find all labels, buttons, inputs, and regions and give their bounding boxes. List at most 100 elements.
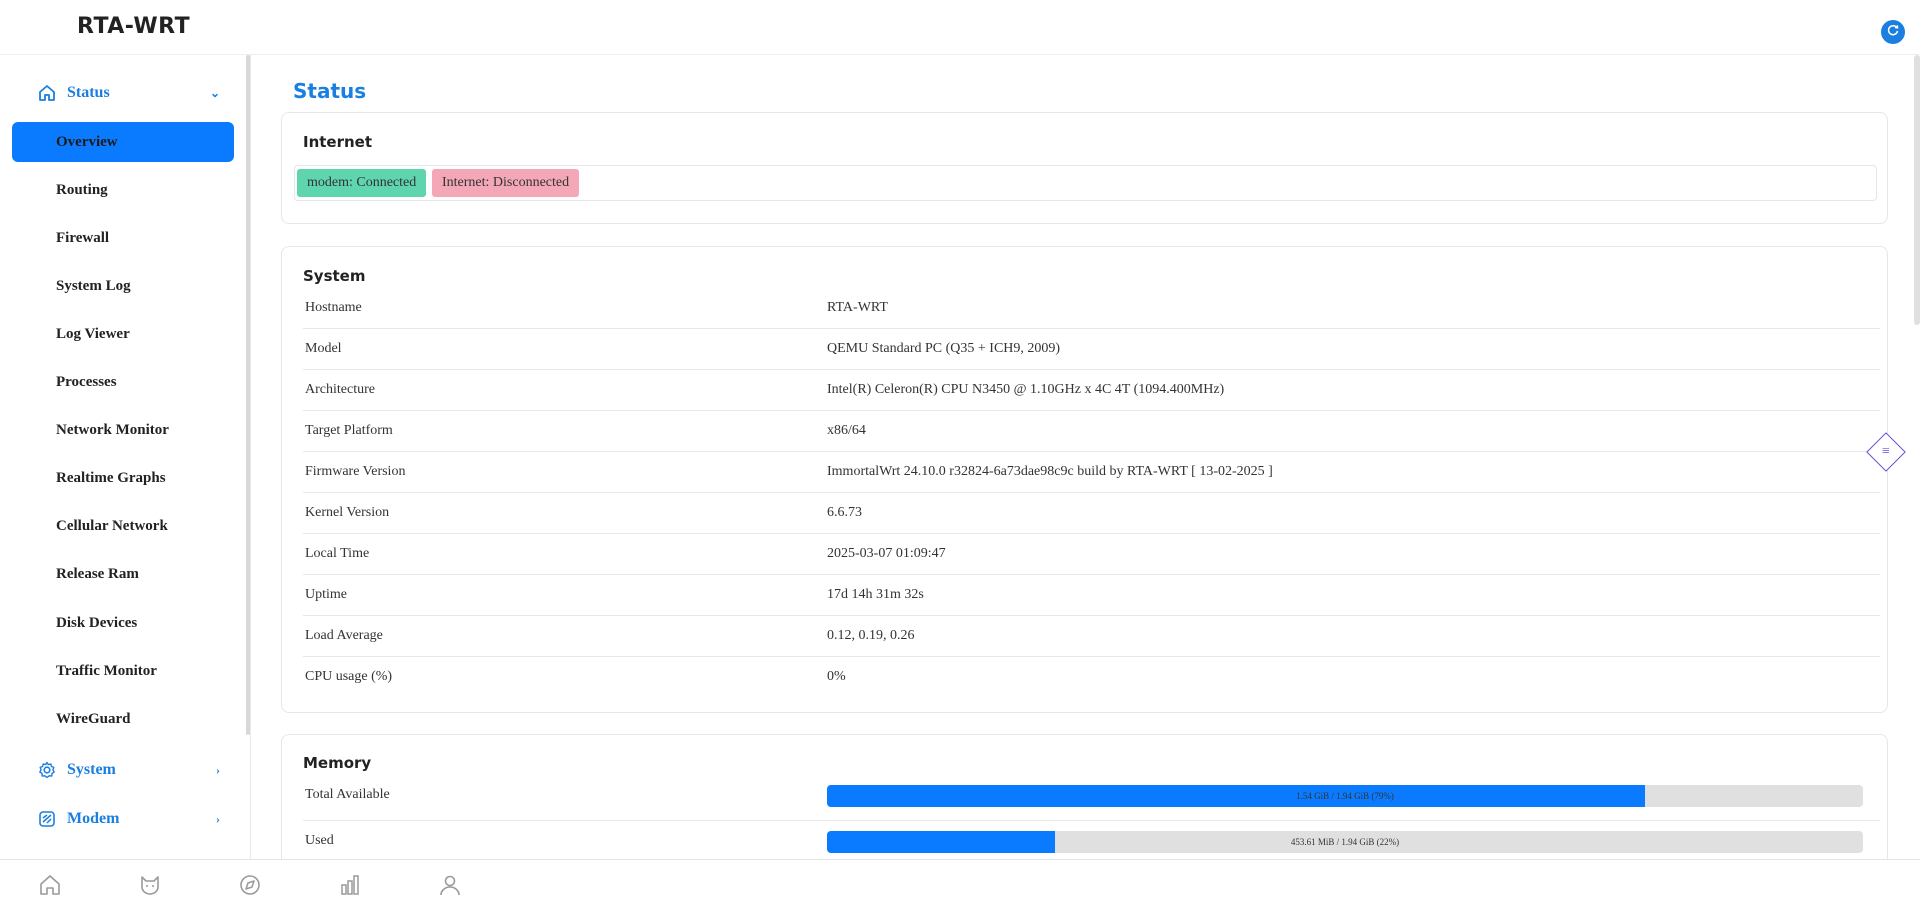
sidebar-item-label: WireGuard	[56, 710, 131, 727]
modem-status-badge: modem: Connected	[297, 169, 427, 197]
row-value: 0%	[827, 669, 846, 684]
row-key: Kernel Version	[305, 505, 390, 520]
row-key: Firmware Version	[305, 464, 406, 479]
row-key: Hostname	[305, 300, 362, 315]
modem-icon	[37, 809, 57, 829]
row-key: Used	[305, 833, 334, 848]
system-card: System Hostname RTA-WRT Model QEMU Standar…	[281, 246, 1888, 713]
sidebar-item-realtime-graphs[interactable]: Realtime Graphs	[12, 458, 234, 498]
row-key: Model	[305, 341, 342, 356]
user-icon[interactable]	[436, 871, 464, 899]
sidebar-item-label: Network Monitor	[56, 421, 169, 438]
page-title: Status	[293, 79, 367, 103]
row-value: 2025-03-07 01:09:47	[827, 546, 946, 561]
row-key: Target Platform	[305, 423, 393, 438]
sidebar-item-label: Traffic Monitor	[56, 662, 157, 679]
compass-icon[interactable]	[236, 871, 264, 899]
sidebar-item-traffic-monitor[interactable]: Traffic Monitor	[12, 651, 234, 691]
table-row: Target Platform x86/64	[303, 411, 1880, 452]
sidebar-item-network-monitor[interactable]: Network Monitor	[12, 410, 234, 450]
sidebar-item-label: Firewall	[56, 229, 110, 246]
sidebar: Status ⌄ Overview Routing Firewall Syste…	[0, 55, 251, 859]
sidebar-item-system-log[interactable]: System Log	[12, 266, 234, 306]
table-row: Hostname RTA-WRT	[303, 288, 1880, 329]
menu-icon: ≡	[1882, 444, 1890, 459]
sidebar-item-label: Log Viewer	[56, 325, 130, 342]
sync-button[interactable]	[1881, 20, 1905, 44]
system-card-title: System	[303, 267, 366, 285]
sync-icon	[1886, 23, 1900, 42]
row-key: CPU usage (%)	[305, 669, 393, 684]
row-value: RTA-WRT	[827, 300, 888, 315]
brand-title[interactable]: RTA-WRT	[77, 14, 190, 39]
sidebar-item-label: Cellular Network	[56, 517, 168, 534]
page-scrollbar[interactable]	[1914, 55, 1920, 325]
internet-status-badge: Internet: Disconnected	[432, 169, 580, 197]
row-key: Total Available	[305, 787, 390, 802]
sidebar-item-log-viewer[interactable]: Log Viewer	[12, 314, 234, 354]
memory-progress-bar: 453.61 MiB / 1.94 GiB (22%)	[827, 831, 1863, 853]
row-value: QEMU Standard PC (Q35 + ICH9, 2009)	[827, 341, 1061, 356]
memory-progress-label: 1.54 GiB / 1.94 GiB (79%)	[1296, 791, 1394, 801]
table-row: CPU usage (%) 0%	[303, 657, 1880, 698]
chevron-right-icon: ›	[216, 811, 220, 826]
internet-card-title: Internet	[303, 133, 373, 151]
sidebar-item-overview[interactable]: Overview	[12, 122, 234, 162]
sidebar-group-label: System	[67, 761, 116, 778]
row-value: 0.12, 0.19, 0.26	[827, 628, 915, 643]
sidebar-item-label: Release Ram	[56, 565, 139, 582]
sidebar-item-label: Processes	[56, 373, 117, 390]
sidebar-group-label: Status	[67, 84, 110, 101]
sidebar-item-disk-devices[interactable]: Disk Devices	[12, 603, 234, 643]
table-row: Uptime 17d 14h 31m 32s	[303, 575, 1880, 616]
sidebar-item-routing[interactable]: Routing	[12, 170, 234, 210]
sidebar-item-processes[interactable]: Processes	[12, 362, 234, 402]
bottom-nav-bar	[0, 859, 1920, 909]
sidebar-item-label: Realtime Graphs	[56, 469, 166, 486]
sidebar-item-label: Disk Devices	[56, 614, 138, 631]
memory-card-title: Memory	[303, 754, 372, 772]
row-value: 6.6.73	[827, 505, 862, 520]
row-key: Architecture	[305, 382, 375, 397]
memory-progress-bar: 1.54 GiB / 1.94 GiB (79%)	[827, 785, 1863, 807]
memory-progress-label: 453.61 MiB / 1.94 GiB (22%)	[1290, 837, 1400, 847]
sidebar-item-label: System Log	[56, 277, 131, 294]
bar-chart-icon[interactable]	[336, 871, 364, 899]
sidebar-group-label: Modem	[67, 810, 120, 827]
sidebar-item-cellular-network[interactable]: Cellular Network	[12, 506, 234, 546]
sidebar-group-status[interactable]: Status ⌄	[0, 75, 240, 111]
cat-icon[interactable]	[136, 871, 164, 899]
row-key: Uptime	[305, 587, 347, 602]
internet-card: Internet modem: Connected Internet: Disc…	[281, 112, 1888, 224]
row-value: 17d 14h 31m 32s	[827, 587, 924, 602]
table-row: Kernel Version 6.6.73	[303, 493, 1880, 534]
main-content: Status Internet modem: Connected Interne…	[251, 55, 1920, 859]
internet-status-box: modem: Connected Internet: Disconnected	[294, 165, 1877, 201]
memory-card: Memory Total Available 1.54 GiB / 1.94 G…	[281, 734, 1888, 859]
sidebar-item-release-ram[interactable]: Release Ram	[12, 554, 234, 594]
header: RTA-WRT	[0, 0, 1920, 55]
table-row: Load Average 0.12, 0.19, 0.26	[303, 616, 1880, 657]
row-value: x86/64	[827, 423, 866, 438]
chevron-down-icon: ⌄	[209, 85, 220, 100]
home-icon[interactable]	[36, 871, 64, 899]
sidebar-item-wireguard[interactable]: WireGuard	[12, 699, 234, 739]
table-row: Architecture Intel(R) Celeron(R) CPU N345…	[303, 370, 1880, 411]
sidebar-item-firewall[interactable]: Firewall	[12, 218, 234, 258]
row-key: Load Average	[305, 628, 383, 643]
row-value: Intel(R) Celeron(R) CPU N3450 @ 1.10GHz …	[827, 382, 1225, 397]
chevron-right-icon: ›	[216, 762, 220, 777]
table-row: Firmware Version ImmortalWrt 24.10.0 r328…	[303, 452, 1880, 493]
sidebar-group-system[interactable]: System ›	[0, 752, 240, 788]
sidebar-item-label: Routing	[56, 181, 108, 198]
table-row: Local Time 2025-03-07 01:09:47	[303, 534, 1880, 575]
home-icon	[37, 83, 57, 103]
memory-row: Total Available 1.54 GiB / 1.94 GiB (79%…	[303, 775, 1880, 821]
gear-icon	[37, 760, 57, 780]
memory-row: Used 453.61 MiB / 1.94 GiB (22%)	[303, 821, 1880, 859]
sidebar-item-label: Overview	[56, 133, 118, 150]
sidebar-group-modem[interactable]: Modem ›	[0, 801, 240, 837]
table-row: Model QEMU Standard PC (Q35 + ICH9, 2009)	[303, 329, 1880, 370]
row-value: ImmortalWrt 24.10.0 r32824-6a73dae98c9c …	[827, 464, 1273, 479]
row-key: Local Time	[305, 546, 370, 561]
